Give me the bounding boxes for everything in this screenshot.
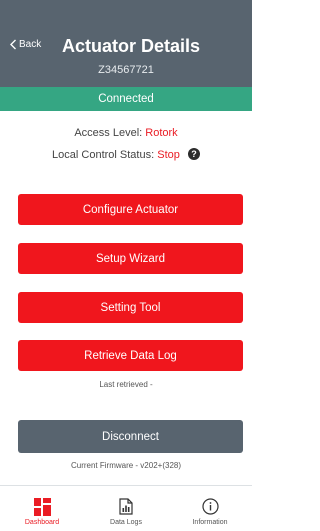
setup-wizard-button[interactable]: Setup Wizard <box>18 243 243 274</box>
local-control-row: Local Control Status: Stop ? <box>0 148 252 161</box>
setup-wizard-label: Setup Wizard <box>95 252 166 265</box>
tab-data-logs-label: Data Logs <box>110 519 142 526</box>
tab-information-label: Information <box>192 519 228 526</box>
retrieve-data-log-button[interactable]: Retrieve Data Log <box>18 340 243 371</box>
tab-dashboard[interactable]: Dashboard <box>0 486 84 531</box>
access-level-row: Access Level: Rotork <box>0 127 252 139</box>
help-icon[interactable]: ? <box>187 148 200 160</box>
access-level-label: Access Level: <box>74 127 143 139</box>
access-level-value: Rotork <box>145 127 178 139</box>
info-icon <box>201 497 219 516</box>
disconnect-label: Disconnect <box>102 430 159 443</box>
setting-tool-button[interactable]: Setting Tool <box>18 292 243 323</box>
tab-data-logs[interactable]: Data Logs <box>84 486 168 531</box>
configure-actuator-button[interactable]: Configure Actuator <box>18 194 243 225</box>
connection-status-bar: Connected <box>0 87 252 111</box>
page-title: Actuator Details <box>61 36 201 56</box>
configure-actuator-label: Configure Actuator <box>82 203 179 216</box>
setting-tool-label: Setting Tool <box>100 301 161 314</box>
app-header: Back Actuator Details Z34567721 <box>0 0 252 87</box>
retrieve-data-log-label: Retrieve Data Log <box>84 349 177 362</box>
connection-status-text: Connected <box>98 93 154 105</box>
data-logs-icon <box>119 497 133 516</box>
bottom-tab-bar: Dashboard Data Logs Information <box>0 485 252 531</box>
disconnect-button[interactable]: Disconnect <box>18 420 243 453</box>
local-control-value: Stop <box>157 149 180 161</box>
current-firmware-text: Current Firmware - v202+(328) <box>70 461 182 470</box>
last-retrieved-text: Last retrieved - <box>99 380 153 389</box>
actuator-serial: Z34567721 <box>98 64 154 76</box>
tab-information[interactable]: Information <box>168 486 252 531</box>
local-control-label: Local Control Status: <box>52 149 155 161</box>
dashboard-icon <box>33 497 51 516</box>
tab-dashboard-label: Dashboard <box>24 519 60 526</box>
